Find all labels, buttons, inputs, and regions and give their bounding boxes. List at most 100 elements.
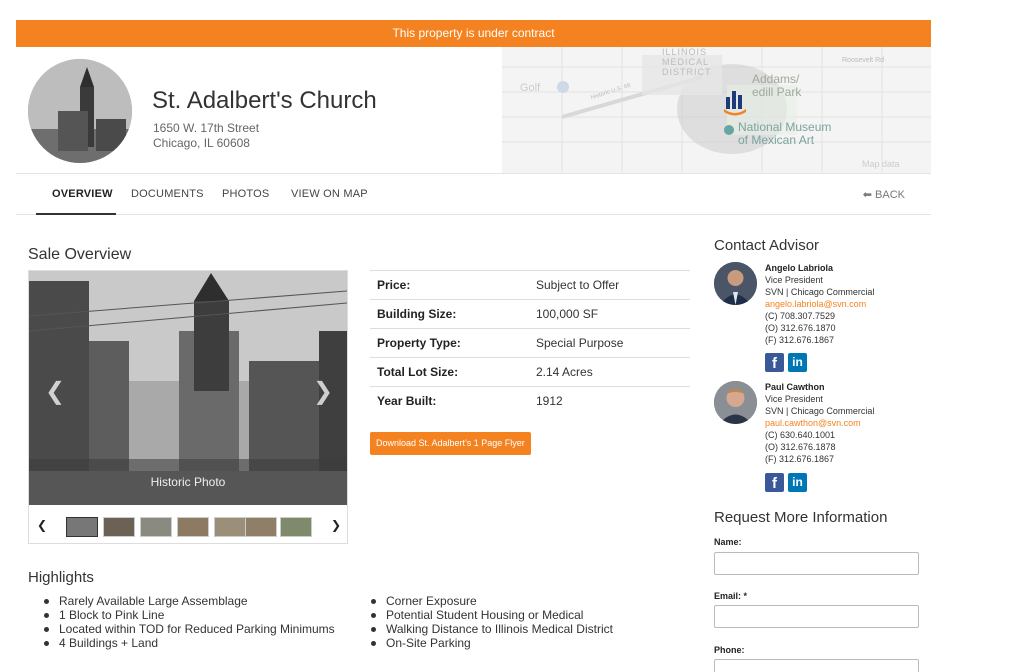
property-photo-avatar	[28, 59, 132, 163]
map-label-district-line3: DISTRICT	[662, 67, 712, 77]
linkedin-icon[interactable]: in	[788, 473, 807, 492]
fact-label: Building Size:	[377, 307, 457, 321]
back-arrow-icon: ⬅	[862, 189, 872, 201]
list-item: 1 Block to Pink Line	[44, 608, 364, 622]
download-flyer-button[interactable]: Download St. Adalbert's 1 Page Flyer	[370, 432, 531, 455]
under-contract-banner: This property is under contract	[16, 20, 931, 47]
facebook-icon[interactable]: f	[765, 353, 784, 372]
fact-value: 2.14 Acres	[536, 365, 593, 379]
tab-view-on-map[interactable]: VIEW ON MAP	[291, 188, 368, 200]
photo-caption: Historic Photo	[29, 459, 347, 505]
advisor-card: Paul Cawthon Vice President SVN | Chicag…	[714, 381, 924, 499]
thumbnail-3[interactable]	[140, 517, 172, 537]
tab-photos[interactable]: PHOTOS	[222, 188, 269, 200]
thumbnail-4[interactable]	[177, 517, 209, 537]
email-field[interactable]	[714, 605, 919, 628]
thumbnail-1[interactable]	[66, 517, 98, 537]
gallery-main-photo[interactable]: Historic Photo ❮ ❯	[29, 271, 347, 505]
tab-documents[interactable]: DOCUMENTS	[131, 188, 204, 200]
sale-overview-title: Sale Overview	[28, 246, 132, 263]
fact-label: Price:	[377, 278, 411, 292]
thumbnail-6[interactable]	[245, 517, 277, 537]
advisor-title: Vice President	[765, 394, 823, 404]
highlights-title: Highlights	[28, 569, 94, 586]
location-map[interactable]: ILLINOIS MEDICAL DISTRICT Roosevelt Rd G…	[502, 47, 931, 173]
active-tab-indicator	[36, 213, 116, 215]
fact-row: Total Lot Size: 2.14 Acres	[370, 357, 690, 386]
advisor-cell-phone: (C) 630.640.1001	[765, 430, 836, 440]
fact-row: Year Built: 1912	[370, 386, 690, 415]
map-label-district: ILLINOIS MEDICAL DISTRICT	[662, 47, 712, 77]
linkedin-icon[interactable]: in	[788, 353, 807, 372]
advisor-company: SVN | Chicago Commercial	[765, 406, 875, 416]
fact-row: Price: Subject to Offer	[370, 270, 690, 299]
name-label: Name:	[714, 537, 742, 547]
request-info-title: Request More Information	[714, 509, 888, 526]
list-item: Potential Student Housing or Medical	[371, 608, 691, 622]
list-item: 4 Buildings + Land	[44, 636, 364, 650]
map-label-district-line2: MEDICAL	[662, 57, 710, 67]
property-tabs: OVERVIEW DOCUMENTS PHOTOS VIEW ON MAP ⬅ …	[16, 175, 931, 215]
map-label-museum: National Museum of Mexican Art	[738, 121, 831, 147]
name-field[interactable]	[714, 552, 919, 575]
fact-label: Property Type:	[377, 336, 461, 350]
gallery-prev-chevron-icon[interactable]: ❮	[45, 377, 65, 406]
thumbnail-5[interactable]	[214, 517, 246, 537]
map-pin-icon	[557, 81, 569, 93]
address-line1: 1650 W. 17th Street	[153, 121, 260, 135]
advisor-email-link[interactable]: paul.cawthon@svn.com	[765, 417, 874, 429]
thumbnail-7[interactable]	[280, 517, 312, 537]
chevron-left-icon[interactable]: ❮	[37, 518, 47, 532]
property-header: St. Adalbert's Church 1650 W. 17th Stree…	[16, 47, 931, 174]
museum-icon	[724, 125, 734, 135]
facebook-icon[interactable]: f	[765, 473, 784, 492]
advisor-title: Vice President	[765, 275, 823, 285]
tab-overview[interactable]: OVERVIEW	[52, 188, 113, 200]
fact-value: Special Purpose	[536, 336, 624, 350]
fact-row: Building Size: 100,000 SF	[370, 299, 690, 328]
avatar	[714, 381, 757, 424]
property-facts-table: Price: Subject to Offer Building Size: 1…	[370, 270, 690, 415]
advisor-cell-phone: (C) 708.307.7529	[765, 311, 836, 321]
advisor-details: Paul Cawthon Vice President SVN | Chicag…	[765, 381, 874, 465]
map-label-roosevelt: Roosevelt Rd	[842, 57, 885, 64]
advisor-email-link[interactable]: angelo.labriola@svn.com	[765, 298, 874, 310]
fact-value: 1912	[536, 394, 563, 408]
phone-label: Phone:	[714, 645, 745, 655]
map-label-golf: Golf	[520, 82, 541, 94]
list-item: On-Site Parking	[371, 636, 691, 650]
fact-label: Year Built:	[377, 394, 437, 408]
fact-row: Property Type: Special Purpose	[370, 328, 690, 357]
thumbnail-strip: ❮ ❯	[29, 505, 347, 543]
phone-field[interactable]	[714, 659, 919, 672]
advisor-name: Angelo Labriola	[765, 263, 834, 273]
fact-value: 100,000 SF	[536, 307, 599, 321]
advisor-office-phone: (O) 312.676.1870	[765, 323, 836, 333]
fact-value: Subject to Offer	[536, 278, 620, 292]
advisor-card: Angelo Labriola Vice President SVN | Chi…	[714, 262, 924, 380]
back-button[interactable]: ⬅ BACK	[863, 188, 905, 201]
advisor-details: Angelo Labriola Vice President SVN | Chi…	[765, 262, 874, 346]
list-item: Rarely Available Large Assemblage	[44, 594, 364, 608]
advisor-fax: (F) 312.676.1867	[765, 335, 835, 345]
gallery-next-chevron-icon[interactable]: ❯	[313, 377, 333, 406]
fact-label: Total Lot Size:	[377, 365, 459, 379]
highlights-left-column: Rarely Available Large Assemblage 1 Bloc…	[44, 594, 364, 650]
avatar	[714, 262, 757, 305]
chevron-right-icon[interactable]: ❯	[331, 518, 341, 532]
address-line2: Chicago, IL 60608	[153, 136, 250, 150]
map-label-district-line1: ILLINOIS	[662, 47, 708, 57]
advisor-name: Paul Cawthon	[765, 382, 825, 392]
advisor-office-phone: (O) 312.676.1878	[765, 442, 836, 452]
map-label-park: Addams/ edill Park	[752, 73, 801, 99]
list-item: Corner Exposure	[371, 594, 691, 608]
list-item: Walking Distance to Illinois Medical Dis…	[371, 622, 691, 636]
map-label-museum-line2: of Mexican Art	[738, 133, 815, 147]
thumbnail-2[interactable]	[103, 517, 135, 537]
map-data-credit: Map data	[862, 159, 900, 169]
property-title: St. Adalbert's Church	[152, 87, 377, 114]
advisor-fax: (F) 312.676.1867	[765, 454, 835, 464]
photo-gallery: Historic Photo ❮ ❯ ❮ ❯	[28, 270, 348, 544]
map-label-park-line2: edill Park	[752, 85, 802, 99]
highlights-right-column: Corner Exposure Potential Student Housin…	[371, 594, 691, 650]
